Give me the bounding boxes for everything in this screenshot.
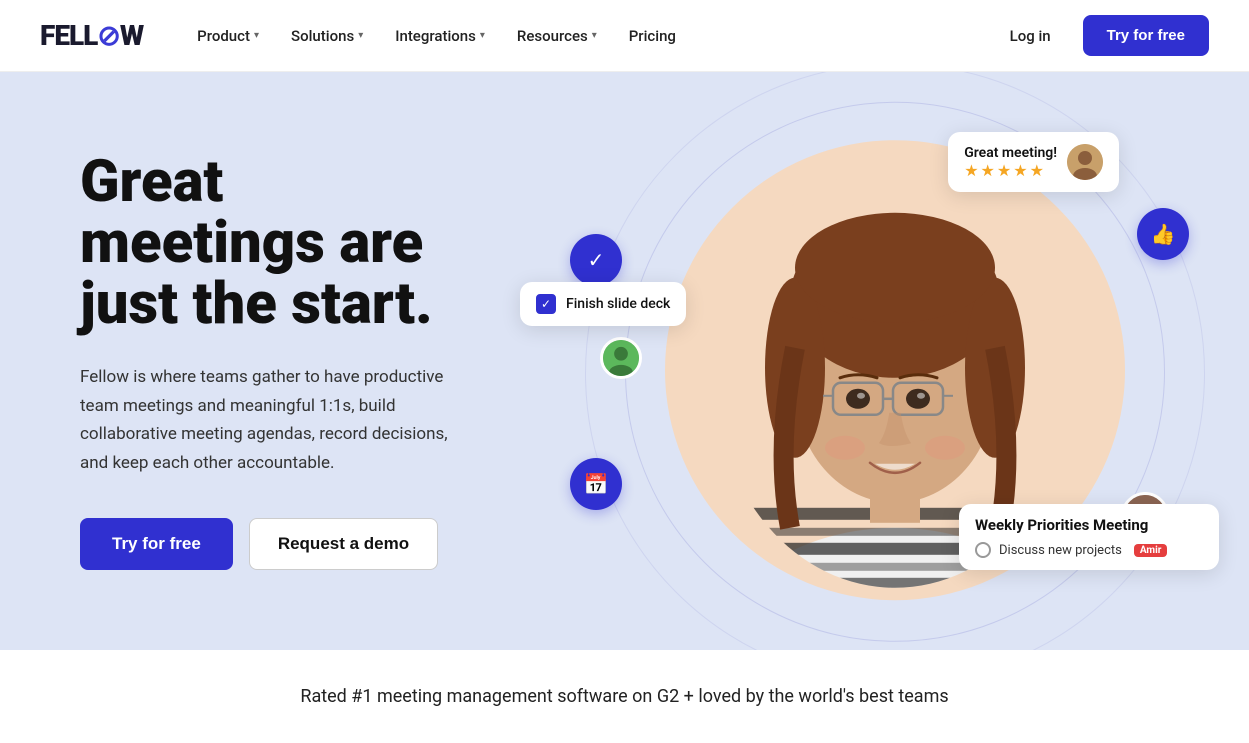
nav-item-resources[interactable]: Resources ▾ <box>503 19 611 53</box>
calendar-button: 📅 <box>570 458 622 510</box>
nav-label-product: Product <box>197 27 250 45</box>
slide-deck-label: Finish slide deck <box>566 296 670 312</box>
try-free-button-header[interactable]: Try for free <box>1083 15 1209 56</box>
bottom-strip: Rated #1 meeting management software on … <box>0 650 1249 743</box>
hero-right: ✓ Great meeting! ★★★★★ 👍 <box>540 72 1249 650</box>
main-nav: Product ▾ Solutions ▾ Integrations ▾ Res… <box>183 19 993 53</box>
chevron-down-icon: ▾ <box>592 30 597 41</box>
calendar-icon: 📅 <box>584 472 609 496</box>
request-demo-button[interactable]: Request a demo <box>249 518 438 570</box>
nav-item-solutions[interactable]: Solutions ▾ <box>277 19 377 53</box>
hero-heading: Great meetings are just the start. <box>80 152 480 335</box>
weekly-priorities-title: Weekly Priorities Meeting <box>975 516 1203 534</box>
try-free-button-hero[interactable]: Try for free <box>80 518 233 570</box>
hero-section: Great meetings are just the start. Fello… <box>0 72 1249 650</box>
checkmark-icon: ✓ <box>541 297 551 311</box>
hero-subtext: Fellow is where teams gather to have pro… <box>80 363 480 479</box>
nav-label-solutions: Solutions <box>291 27 354 45</box>
nav-item-pricing[interactable]: Pricing <box>615 19 690 53</box>
green-avatar <box>600 337 642 379</box>
thumbs-up-button: 👍 <box>1137 208 1189 260</box>
great-meeting-title: Great meeting! <box>964 145 1057 161</box>
nav-item-integrations[interactable]: Integrations ▾ <box>381 19 499 53</box>
weekly-item-text: Discuss new projects <box>999 543 1122 558</box>
bottom-strip-text: Rated #1 meeting management software on … <box>40 686 1209 707</box>
chevron-down-icon: ▾ <box>480 30 485 41</box>
chevron-down-icon: ▾ <box>358 30 363 41</box>
card-content: Great meeting! ★★★★★ <box>964 145 1057 180</box>
thumbs-up-icon: 👍 <box>1151 222 1176 246</box>
weekly-priorities-item: Discuss new projects Amir <box>975 542 1203 558</box>
nav-label-resources: Resources <box>517 27 588 45</box>
avatar-great-meeting <box>1067 144 1103 180</box>
great-meeting-card: Great meeting! ★★★★★ <box>948 132 1119 192</box>
nav-label-integrations: Integrations <box>395 27 476 45</box>
amir-badge: Amir <box>1134 544 1168 557</box>
radio-button-icon <box>975 542 991 558</box>
circle-check-button: ✓ <box>570 234 622 286</box>
star-rating: ★★★★★ <box>964 161 1057 180</box>
login-button[interactable]: Log in <box>994 19 1067 53</box>
hero-buttons: Try for free Request a demo <box>80 518 480 570</box>
weekly-priorities-card: Weekly Priorities Meeting Discuss new pr… <box>959 504 1219 570</box>
header-actions: Log in Try for free <box>994 15 1209 56</box>
chevron-down-icon: ▾ <box>254 30 259 41</box>
nav-item-product[interactable]: Product ▾ <box>183 19 273 53</box>
logo[interactable]: FELL⊘W <box>40 19 143 52</box>
check-icon: ✓ <box>588 248 605 272</box>
header: FELL⊘W Product ▾ Solutions ▾ Integration… <box>0 0 1249 72</box>
nav-label-pricing: Pricing <box>629 27 676 45</box>
slide-deck-card: ✓ Finish slide deck <box>520 282 686 326</box>
hero-left: Great meetings are just the start. Fello… <box>0 72 540 650</box>
